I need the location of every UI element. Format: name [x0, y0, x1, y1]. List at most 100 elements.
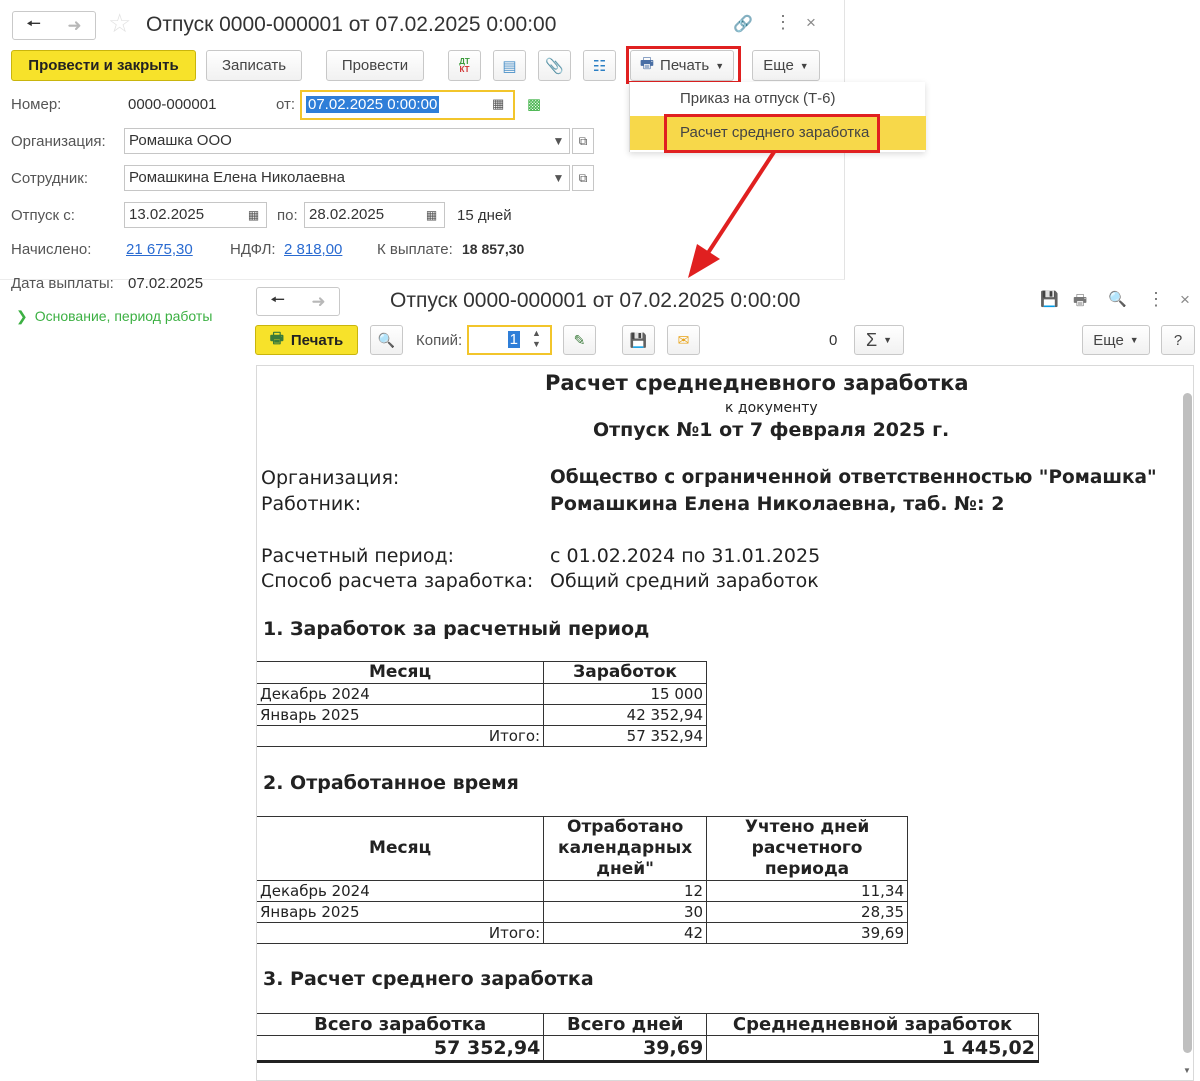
employee-dropdown-icon[interactable]: ▼ — [548, 165, 570, 191]
chevron-down-icon: ▼ — [883, 335, 893, 345]
date-input[interactable]: 07.02.2025 0:00:00 — [300, 90, 515, 120]
date-input-value: 07.02.2025 0:00:00 — [306, 96, 440, 113]
chevron-down-icon: ▼ — [1129, 335, 1139, 345]
org-value: Общество с ограниченной ответственностью… — [550, 467, 1157, 488]
email-icon[interactable]: ✉ — [667, 325, 700, 355]
calendar-icon[interactable]: ▦ — [241, 202, 267, 228]
printer-icon[interactable]: 🖶 — [1073, 290, 1087, 315]
total-label: Итого: — [257, 725, 545, 747]
period-label: Расчетный период: — [261, 545, 455, 567]
worker-label: Работник: — [261, 493, 362, 515]
ndfl-link[interactable]: 2 818,00 — [284, 241, 342, 258]
sigma-icon: Σ — [865, 329, 878, 350]
counted-cell: 11,34 — [706, 880, 908, 902]
total-days-cell: 39,69 — [543, 1035, 708, 1062]
calendar-icon[interactable]: ▦ — [419, 202, 445, 228]
accrued-label: Начислено: — [11, 241, 92, 258]
print-window-title: Отпуск 0000-000001 от 07.02.2025 0:00:00 — [390, 289, 801, 312]
org-label: Организация: — [261, 467, 400, 489]
post-button[interactable]: Провести — [326, 50, 424, 81]
structure-icon[interactable]: ☷ — [583, 50, 616, 81]
average-earnings-table: Всего заработка Всего дней Среднедневной… — [257, 1013, 1039, 1063]
avg-earnings-cell: 1 445,02 — [706, 1035, 1039, 1062]
to-pay-value: 18 857,30 — [462, 241, 525, 257]
chevron-down-icon: ▼ — [799, 60, 809, 71]
preview-icon[interactable]: 🔍 — [370, 325, 403, 355]
table-row: Декабрь 2024 15 000 — [257, 683, 707, 705]
vacation-to-label: по: — [277, 207, 298, 224]
month-cell: Декабрь 2024 — [257, 683, 545, 705]
column-header: Среднедневной заработок — [706, 1013, 1039, 1036]
method-label: Способ расчета заработка: — [261, 570, 534, 592]
worked-cell: 30 — [543, 901, 708, 923]
kt-label: КТ — [459, 64, 470, 74]
forward-arrow-icon[interactable]: ➜ — [54, 12, 95, 39]
vacation-to-input[interactable]: 28.02.2025 — [304, 202, 420, 228]
org-input[interactable]: Ромашка ООО — [124, 128, 549, 154]
scroll-down-icon[interactable]: ▼ — [1183, 1066, 1191, 1075]
save-icon[interactable]: 💾 — [1040, 290, 1059, 308]
chevron-right-icon: ❯ — [16, 308, 28, 324]
method-value: Общий средний заработок — [550, 570, 819, 592]
table-header-row: Месяц Заработок — [257, 661, 707, 684]
earnings-table: Месяц Заработок Декабрь 2024 15 000 Янва… — [257, 661, 707, 747]
post-status-icon: ▩ — [527, 96, 542, 113]
kebab-menu-icon[interactable]: ⋮ — [774, 12, 792, 33]
report-doc-ref: Отпуск №1 от 7 февраля 2025 г. — [593, 419, 950, 441]
kebab-menu-icon[interactable]: ⋮ — [1147, 289, 1165, 310]
total-worked: 42 — [543, 922, 708, 944]
employee-label: Сотрудник: — [11, 170, 89, 187]
help-button[interactable]: ? — [1161, 325, 1195, 355]
close-icon[interactable]: × — [1180, 290, 1190, 310]
org-dropdown-icon[interactable]: ▼ — [548, 128, 570, 154]
back-arrow-icon[interactable]: 🠔 — [257, 288, 298, 315]
employee-input[interactable]: Ромашкина Елена Николаевна — [124, 165, 549, 191]
report-list-icon[interactable]: ▤ — [493, 50, 526, 81]
calendar-icon[interactable]: ▦ — [492, 96, 504, 112]
worked-cell: 12 — [543, 880, 708, 902]
edit-report-icon[interactable]: ✎ — [563, 325, 596, 355]
accrued-link[interactable]: 21 675,30 — [126, 241, 193, 258]
basis-link[interactable]: ❯ Основание, период работы — [16, 308, 212, 325]
table-total-row: Итого: 57 352,94 — [257, 725, 707, 747]
org-open-icon[interactable]: ⧉ — [572, 128, 594, 154]
section1-heading: 1. Заработок за расчетный период — [263, 618, 650, 640]
vacation-from-input[interactable]: 13.02.2025 — [124, 202, 242, 228]
save-icon[interactable]: 💾 — [622, 325, 655, 355]
sum-button[interactable]: Σ ▼ — [854, 325, 904, 355]
link-icon[interactable]: 🔗 — [733, 14, 753, 34]
print-report-label: Печать — [290, 331, 344, 349]
post-and-close-button[interactable]: Провести и закрыть — [11, 50, 196, 81]
back-arrow-icon[interactable]: 🠔 — [13, 12, 54, 39]
counted-cell: 28,35 — [706, 901, 908, 923]
table-total-row: Итого: 42 39,69 — [257, 922, 908, 944]
worker-value: Ромашкина Елена Николаевна, таб. №: 2 — [550, 493, 1005, 515]
save-button[interactable]: Записать — [206, 50, 302, 81]
copies-value: 1 — [507, 331, 520, 348]
basis-link-label: Основание, период работы — [34, 308, 213, 324]
forward-arrow-icon[interactable]: ➜ — [298, 288, 339, 315]
close-icon[interactable]: × — [806, 13, 816, 33]
copies-stepper[interactable]: ▲ ▼ — [532, 328, 541, 350]
more-label: Еще — [763, 57, 794, 74]
menu-item-vacation-order[interactable]: Приказ на отпуск (Т-6) — [630, 82, 926, 116]
column-header: Всего заработка — [257, 1013, 545, 1036]
column-header: Всего дней — [543, 1013, 708, 1036]
worked-time-table: Месяц Отработано календарных дней" Учтен… — [257, 816, 908, 944]
earnings-cell: 42 352,94 — [543, 704, 707, 726]
more-button[interactable]: Еще ▼ — [1082, 325, 1150, 355]
dt-kt-icon[interactable]: ДТ КТ — [448, 50, 481, 81]
column-header: Месяц — [257, 816, 545, 881]
employee-open-icon[interactable]: ⧉ — [572, 165, 594, 191]
nav-buttons: 🠔 ➜ — [12, 11, 96, 40]
favorite-star-icon[interactable]: ☆ — [108, 8, 131, 39]
print-report-button[interactable]: 🖶 Печать — [255, 325, 358, 355]
column-header: Учтено дней расчетного периода — [706, 816, 908, 881]
vertical-scrollbar[interactable] — [1183, 393, 1192, 1053]
month-cell: Январь 2025 — [257, 901, 545, 923]
table-header-row: Месяц Отработано календарных дней" Учтен… — [257, 816, 908, 881]
attachment-icon[interactable]: 📎 — [538, 50, 571, 81]
more-button[interactable]: Еще ▼ — [752, 50, 820, 81]
preview-icon[interactable]: 🔍 — [1108, 290, 1127, 308]
vacation-days: 15 дней — [457, 207, 512, 224]
